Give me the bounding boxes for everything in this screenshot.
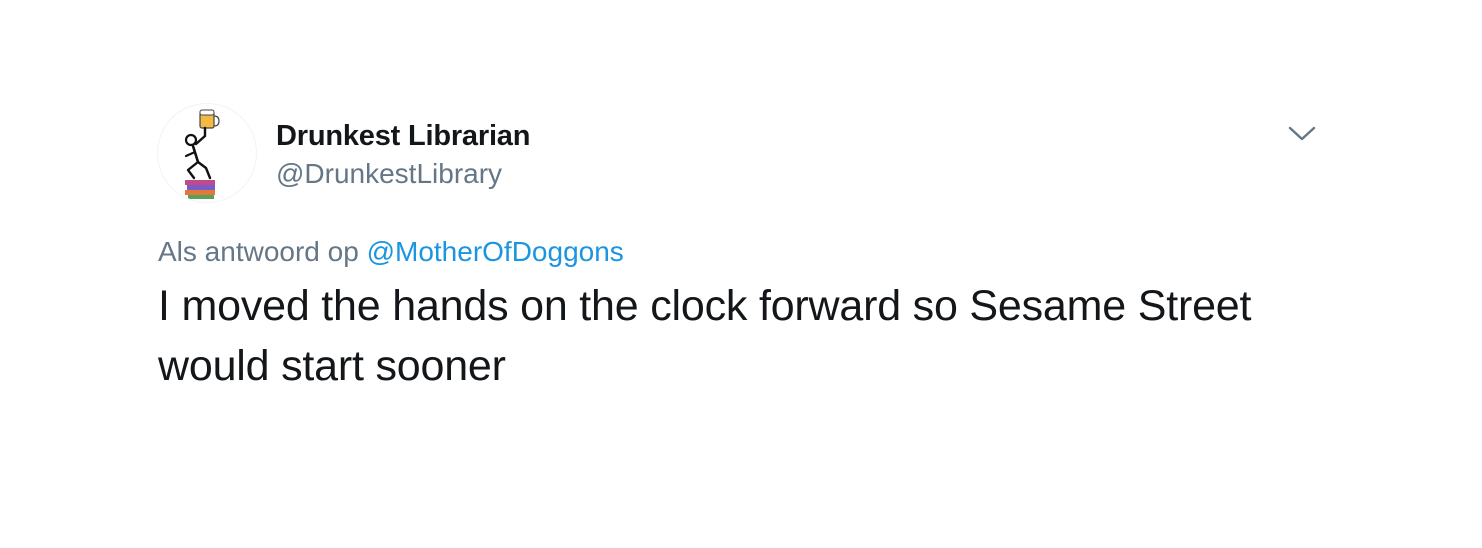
author-handle[interactable]: @DrunkestLibrary <box>276 158 502 190</box>
chevron-down-icon <box>1288 126 1316 141</box>
tweet-menu-button[interactable] <box>1284 120 1320 148</box>
stick-figure-avatar-icon <box>184 109 220 199</box>
reply-context: Als antwoord op @MotherOfDoggons <box>158 236 624 268</box>
reply-prefix: Als antwoord op <box>158 236 359 267</box>
author-avatar[interactable] <box>158 104 256 202</box>
reply-mention-link[interactable]: @MotherOfDoggons <box>367 236 624 267</box>
author-display-name[interactable]: Drunkest Librarian <box>276 120 530 153</box>
tweet-text: I moved the hands on the clock forward s… <box>158 282 1252 390</box>
tweet-card: Drunkest Librarian @DrunkestLibrary Als … <box>0 0 1482 548</box>
